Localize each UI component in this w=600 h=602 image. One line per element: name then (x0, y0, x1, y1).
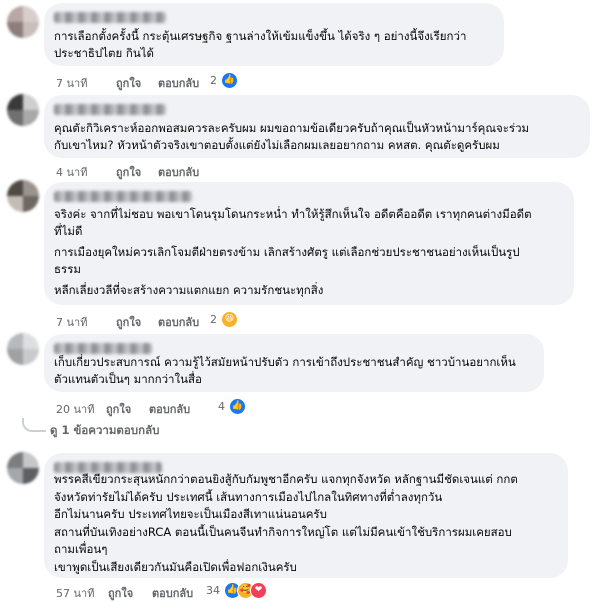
reaction-summary[interactable]: 2 😆 (210, 310, 238, 328)
avatar[interactable] (7, 180, 39, 212)
love-reaction-icon: ❤ (250, 581, 267, 599)
like-reaction-icon: 👍 (229, 397, 246, 415)
avatar[interactable] (7, 333, 39, 365)
comment-timestamp[interactable]: 57 นาที (56, 584, 94, 602)
reply-link[interactable]: ตอบกลับ (158, 313, 199, 331)
commenter-name[interactable] (54, 343, 152, 354)
like-link[interactable]: ถูกใจ (116, 313, 141, 331)
reply-link[interactable]: ตอบกลับ (149, 400, 190, 418)
reply-link[interactable]: ตอบกลับ (158, 74, 199, 92)
comment-bubble: คุณตัะกิวิเคราะห์ออกพอสมควรละครับผม ผมขอ… (44, 95, 590, 158)
like-link[interactable]: ถูกใจ (108, 584, 133, 602)
comment-bubble: เก็บเกี่ยวประสบการณ์ ความรู้ไว้สมัยหน้าป… (44, 334, 544, 392)
comment-text: คุณตัะกิวิเคราะห์ออกพอสมควรละครับผม ผมขอ… (54, 121, 530, 152)
commenter-name[interactable] (54, 191, 192, 202)
reaction-count: 2 (210, 312, 217, 326)
reaction-count: 34 (206, 583, 220, 597)
like-reaction-icon: 👍 (221, 71, 238, 89)
commenter-name[interactable] (54, 104, 166, 115)
comment-timestamp[interactable]: 20 นาที (56, 400, 94, 418)
like-link[interactable]: ถูกใจ (116, 74, 141, 92)
comment-text: จริงค่ะ จากที่ไม่ชอบ พอเขาโดนรุมโดนกระหน… (54, 207, 532, 297)
avatar[interactable] (7, 94, 39, 126)
comment-text: การเลือกตั้งครั้งนี้ กระตุ้นเศรษฐกิจ ฐาน… (54, 29, 467, 60)
like-link[interactable]: ถูกใจ (106, 400, 131, 418)
comment-bubble: พรรคสีเขียวกระสุนหนักกว่าตอนยิงสู้กับกัม… (44, 453, 568, 578)
comment-timestamp[interactable]: 7 นาที (56, 313, 87, 331)
reply-link[interactable]: ตอบกลับ (152, 584, 193, 602)
commenter-name[interactable] (54, 12, 166, 23)
avatar[interactable] (7, 6, 39, 38)
view-replies-link[interactable]: ดู 1 ข้อความตอบกลับ (50, 422, 159, 440)
like-link[interactable]: ถูกใจ (116, 163, 141, 181)
comment-text: เก็บเกี่ยวประสบการณ์ ความรู้ไว้สมัยหน้าป… (54, 355, 516, 386)
reply-thread-connector (22, 418, 46, 432)
reaction-summary[interactable]: 2 👍 (210, 71, 238, 89)
comment-timestamp[interactable]: 4 นาที (56, 163, 87, 181)
reaction-summary[interactable]: 34 👍 🥰 ❤ (206, 581, 267, 599)
comment-text: พรรคสีเขียวกระสุนหนักกว่าตอนยิงสู้กับกัม… (54, 472, 518, 574)
avatar[interactable] (7, 452, 39, 484)
comment-bubble: จริงค่ะ จากที่ไม่ชอบ พอเขาโดนรุมโดนกระหน… (44, 182, 574, 305)
comment-bubble: การเลือกตั้งครั้งนี้ กระตุ้นเศรษฐกิจ ฐาน… (44, 3, 504, 66)
reply-link[interactable]: ตอบกลับ (158, 163, 199, 181)
comment-timestamp[interactable]: 7 นาที (56, 74, 87, 92)
reaction-summary[interactable]: 4 👍 (218, 397, 246, 415)
reaction-count: 4 (218, 399, 225, 413)
haha-reaction-icon: 😆 (221, 310, 238, 328)
reaction-count: 2 (210, 73, 217, 87)
